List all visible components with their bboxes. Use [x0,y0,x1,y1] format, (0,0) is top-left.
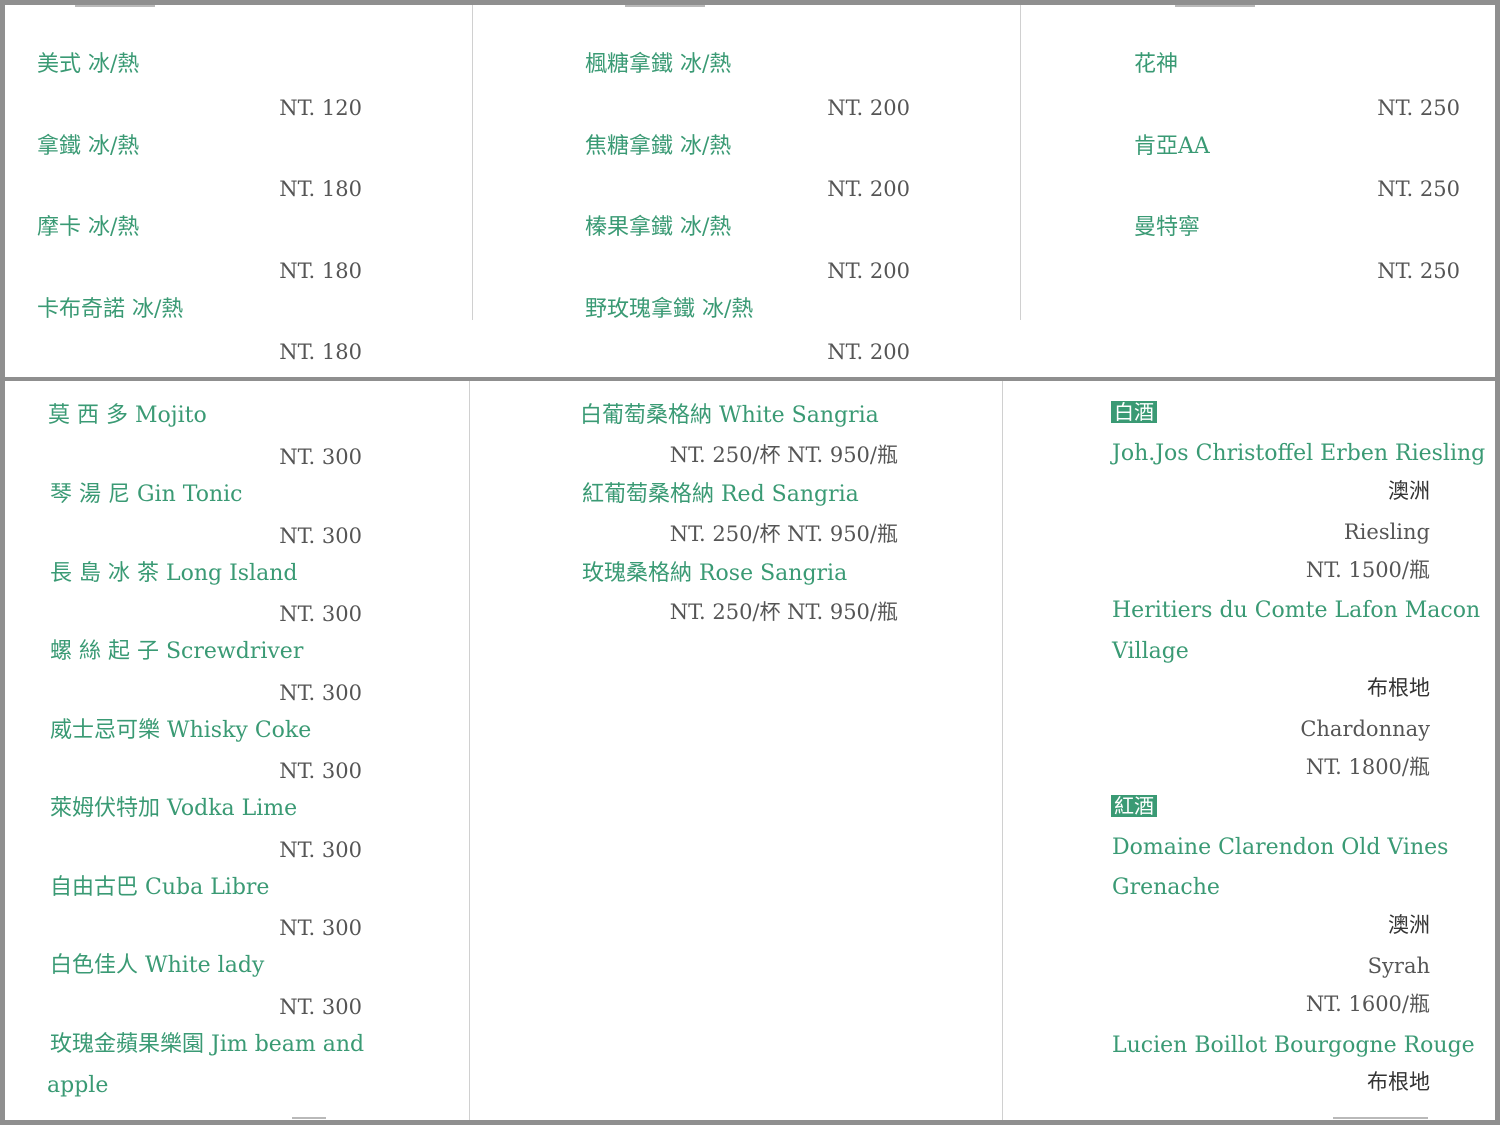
column-divider [1020,5,1021,320]
cocktail-name: 玫瑰金蘋果樂園 Jim beam and [50,1032,365,1057]
menu-item-price: NT. 180 [279,340,362,364]
cocktail-name: 白色佳人 White lady [50,953,265,978]
column-divider [472,5,473,320]
wine-name: Domaine Clarendon Old Vines [1112,835,1449,860]
menu-item-price: NT. 200 [827,340,910,364]
wine-price: NT. 1500/瓶 [1305,558,1430,582]
menu-item-name: 摩卡 冰/熱 [37,215,140,240]
menu-item-price: NT. 180 [279,177,362,201]
cocktail-name: 威士忌可樂 Whisky Coke [50,718,312,743]
wine-name: Joh.Jos Christoffel Erben Riesling [1112,441,1486,466]
menu-item-name: 花神 [1134,52,1179,77]
column-divider [469,381,470,1120]
cropped-heading-fragment [75,5,155,7]
cocktail-name: 自由古巴 Cuba Libre [50,875,270,900]
cocktail-price: NT. 300 [279,445,362,469]
cropped-price-fragment [292,1117,326,1119]
menu-item-name: 美式 冰/熱 [37,52,140,77]
wine-name-continued: Village [1112,639,1189,664]
cropped-grape-fragment [1333,1117,1428,1119]
menu-item-price: NT. 250 [1377,96,1460,120]
cocktail-price: NT. 300 [279,995,362,1019]
wine-grape: Riesling [1343,520,1430,544]
cocktail-price: NT. 300 [279,681,362,705]
menu-item-price: NT. 120 [279,96,362,120]
menu-item-price: NT. 250 [1377,259,1460,283]
menu-item-name: 肯亞AA [1134,134,1210,159]
sangria-name: 紅葡萄桑格納 Red Sangria [582,482,859,507]
menu-item-name: 野玫瑰拿鐵 冰/熱 [585,297,754,322]
cocktail-name: 螺 絲 起 子 Screwdriver [50,639,304,664]
wine-name: Lucien Boillot Bourgogne Rouge [1112,1033,1475,1058]
cocktail-price: NT. 300 [279,602,362,626]
menu-item-price: NT. 200 [827,177,910,201]
menu-item-name: 焦糖拿鐵 冰/熱 [585,134,732,159]
cocktail-price: NT. 300 [279,838,362,862]
cocktail-name: 莫 西 多 Mojito [48,403,207,428]
menu-item-price: NT. 250 [1377,177,1460,201]
menu-item-name: 榛果拿鐵 冰/熱 [585,215,732,240]
sangria-price: NT. 250/杯 NT. 950/瓶 [669,522,898,546]
menu-item-price: NT. 200 [827,259,910,283]
wine-name: Heritiers du Comte Lafon Macon [1112,598,1481,623]
menu-item-name: 楓糖拿鐵 冰/熱 [585,52,732,77]
drinks-menu-panel: 莫 西 多 Mojito NT. 300 琴 湯 尼 Gin Tonic NT.… [5,381,1495,1120]
column-divider [1002,381,1003,1120]
sangria-price: NT. 250/杯 NT. 950/瓶 [669,600,898,624]
cocktail-price: NT. 300 [279,916,362,940]
wine-grape: Syrah [1367,954,1430,978]
sangria-name: 玫瑰桑格納 Rose Sangria [582,561,848,586]
wine-region: 布根地 [1367,1070,1430,1094]
menu-item-name: 卡布奇諾 冰/熱 [37,297,184,322]
wine-price: NT. 1800/瓶 [1305,755,1430,779]
wine-region: 布根地 [1367,676,1430,700]
menu-item-price: NT. 200 [827,96,910,120]
cocktail-price: NT. 300 [279,759,362,783]
sangria-name: 白葡萄桑格納 White Sangria [580,403,879,428]
wine-name-continued: Grenache [1112,875,1220,900]
cocktail-price: NT. 300 [279,524,362,548]
wine-grape: Chardonnay [1300,717,1430,741]
cropped-heading-fragment [625,5,705,7]
cocktail-name: 琴 湯 尼 Gin Tonic [50,482,243,507]
wine-region: 澳洲 [1388,913,1430,937]
menu-item-name: 拿鐵 冰/熱 [37,134,140,159]
cocktail-name: 萊姆伏特加 Vodka Lime [50,796,298,821]
coffee-menu-panel: 美式 冰/熱 NT. 120 拿鐵 冰/熱 NT. 180 摩卡 冰/熱 NT.… [5,5,1495,377]
menu-item-name: 曼特寧 [1134,215,1201,240]
white-wine-header: 白酒 [1111,401,1157,423]
cocktail-name: 長 島 冰 茶 Long Island [50,561,298,586]
red-wine-header: 紅酒 [1111,795,1157,817]
cocktail-name-continued: apple [47,1073,109,1098]
wine-region: 澳洲 [1388,479,1430,503]
wine-price: NT. 1600/瓶 [1305,992,1430,1016]
menu-item-price: NT. 180 [279,259,362,283]
sangria-price: NT. 250/杯 NT. 950/瓶 [669,443,898,467]
cropped-heading-fragment [1175,5,1255,7]
